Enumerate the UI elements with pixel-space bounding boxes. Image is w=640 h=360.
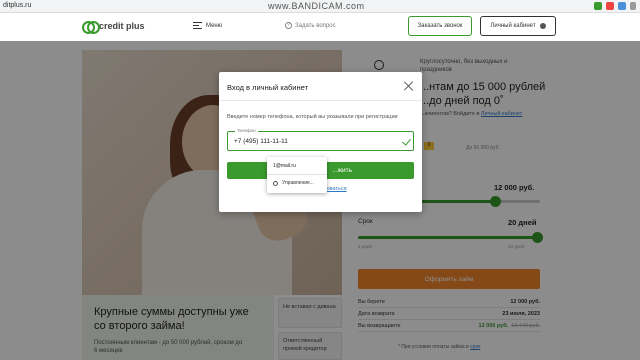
modal-title: Вход в личный кабинет [227, 83, 308, 92]
user-icon [539, 23, 546, 29]
autofill-manage[interactable]: Управление... [273, 180, 314, 186]
question-icon: ? [285, 22, 292, 29]
browser-toolbar: ditplus.ru www.BANDICAM.com [0, 0, 640, 13]
ask-label: Задать вопрос [295, 22, 336, 29]
extension-icon[interactable] [618, 2, 626, 10]
autofill-suggestion[interactable]: 1@mail.ru [273, 163, 296, 169]
extension-icon[interactable] [606, 2, 614, 10]
modal-divider [219, 100, 422, 101]
autofill-divider [267, 174, 327, 175]
ask-question-link[interactable]: ? Задать вопрос [285, 22, 336, 29]
logo-mark-icon [82, 21, 100, 34]
cabinet-label: Личный кабинет [490, 23, 536, 29]
check-icon [402, 136, 411, 146]
phone-label: Телефон [235, 128, 258, 133]
menu-label: Меню [206, 22, 223, 29]
close-icon[interactable] [404, 81, 414, 91]
hamburger-icon [193, 22, 202, 29]
logo[interactable]: credit plus [82, 21, 145, 34]
extension-icon[interactable] [594, 2, 602, 10]
logo-secondary: plus [126, 21, 145, 31]
browser-menu-icon[interactable] [630, 2, 636, 10]
phone-input[interactable] [234, 138, 384, 145]
personal-cabinet-button[interactable]: Личный кабинет [480, 16, 556, 36]
logo-primary: credit [99, 21, 124, 31]
modal-hint: Введите номер телефона, который вы указы… [227, 114, 398, 120]
key-icon [273, 180, 278, 186]
site-header: credit plus Меню ? Задать вопрос Заказат… [0, 13, 640, 41]
autofill-dropdown: 1@mail.ru Управление... [267, 157, 327, 193]
order-call-button[interactable]: Заказать звонок [408, 16, 472, 36]
menu-button[interactable]: Меню [193, 22, 222, 29]
address-bar[interactable]: ditplus.ru [3, 2, 31, 9]
recording-watermark: www.BANDICAM.com [268, 1, 365, 11]
phone-field[interactable]: Телефон [227, 128, 414, 151]
